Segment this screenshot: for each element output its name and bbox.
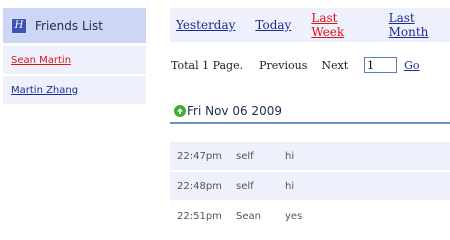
next-page-button[interactable]: Next <box>321 59 348 72</box>
message-sender: self <box>236 180 254 192</box>
message-text: yes <box>285 210 303 222</box>
nav-today-link[interactable]: Today <box>255 18 291 32</box>
friend-item-martin-zhang[interactable]: Martin Zhang <box>3 76 146 104</box>
message-text: hi <box>285 180 295 192</box>
friends-list-header: H Friends List <box>3 8 146 43</box>
friend-item-sean-martin[interactable]: Sean Martin <box>3 46 146 74</box>
message-sender: Sean <box>236 210 261 222</box>
friend-name: Martin Zhang <box>11 84 79 96</box>
friends-list-title: Friends List <box>35 18 103 33</box>
conversation-date: Fri Nov 06 2009 <box>187 104 282 118</box>
message-time: 22:48pm <box>177 180 222 192</box>
page-number-input[interactable] <box>364 57 398 73</box>
pager: Total 1 Page. Previous Next Go <box>170 54 450 76</box>
message-row: 22:47pm self hi <box>170 142 450 170</box>
message-sender: self <box>236 150 254 162</box>
friends-list-icon: H <box>11 17 27 34</box>
message-row: 22:48pm self hi <box>170 172 450 200</box>
message-time: 22:51pm <box>177 210 222 222</box>
up-arrow-icon[interactable] <box>174 105 186 117</box>
friends-sidebar: H Friends List Sean Martin Martin Zhang <box>3 8 146 104</box>
friend-name: Sean Martin <box>11 54 72 66</box>
nav-last-week-link[interactable]: Last Week <box>311 11 366 39</box>
page-total-text: Total 1 Page. <box>171 58 244 72</box>
date-header: Fri Nov 06 2009 <box>170 100 450 124</box>
go-button[interactable]: Go <box>404 59 419 72</box>
history-panel: Yesterday Today Last Week Last Month Tot… <box>170 8 450 222</box>
nav-last-month-link[interactable]: Last Month <box>389 11 450 39</box>
message-text: hi <box>285 150 295 162</box>
previous-page-button[interactable]: Previous <box>259 59 307 72</box>
nav-yesterday-link[interactable]: Yesterday <box>176 18 235 32</box>
period-nav: Yesterday Today Last Week Last Month <box>170 8 450 42</box>
message-time: 22:47pm <box>177 150 222 162</box>
message-list: 22:47pm self hi 22:48pm self hi 22:51pm … <box>170 142 450 230</box>
message-row: 22:51pm Sean yes <box>170 202 450 230</box>
